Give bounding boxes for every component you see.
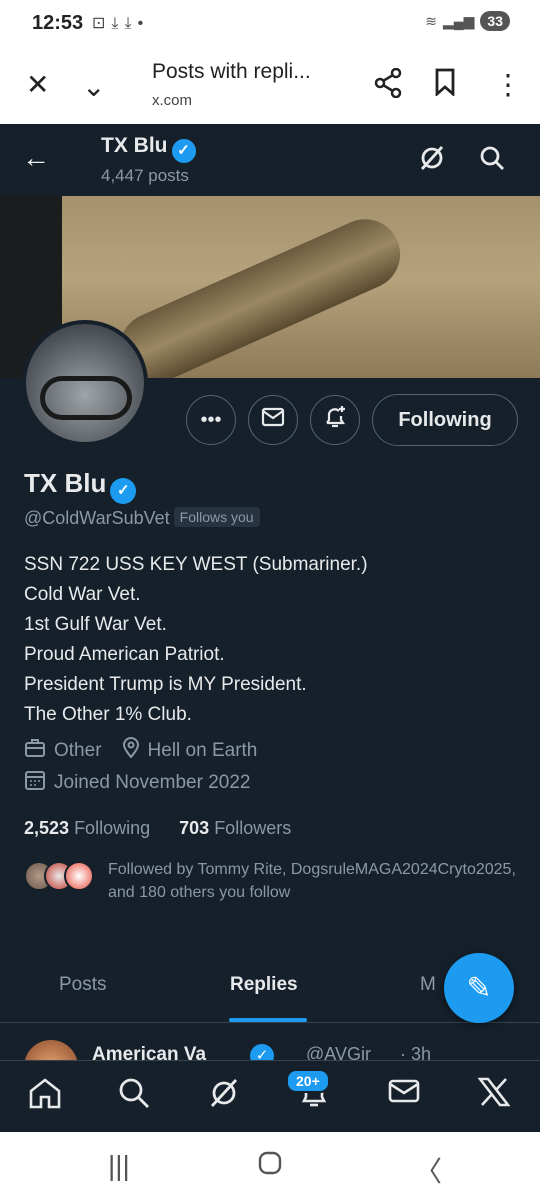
- profile-category: Other: [54, 739, 102, 761]
- back-arrow-icon[interactable]: ←: [22, 142, 50, 174]
- dot-icon: •: [137, 15, 150, 32]
- feather-plus-icon: ✎: [466, 971, 492, 1005]
- recent-apps-icon[interactable]: |||: [108, 1150, 130, 1182]
- verified-badge-icon: ✓: [171, 139, 196, 163]
- followers-label: Followers: [214, 818, 292, 838]
- bell-plus-icon: [322, 404, 348, 436]
- profile-joined-row: Joined November 2022: [24, 769, 250, 796]
- tab-replies[interactable]: Replies: [230, 974, 298, 996]
- grok-icon[interactable]: [208, 1077, 240, 1117]
- calendar-icon: [24, 769, 46, 796]
- status-time: 12:53: [32, 12, 84, 34]
- download-icon: ⤓: [124, 15, 138, 32]
- wifi-icon: ≋: [425, 12, 437, 29]
- chevron-down-icon[interactable]: ⌄: [82, 70, 105, 103]
- profile-name-text: TX Blu: [24, 468, 107, 498]
- page-title: Posts with repli...: [152, 60, 311, 83]
- bio-line: Cold War Vet.: [24, 584, 141, 605]
- avatar[interactable]: [22, 320, 148, 446]
- follows-you-badge: Follows you: [173, 507, 260, 527]
- status-right-icons: ≋ ▂▄▆ 33: [425, 11, 510, 31]
- bio-line: President Trump is MY President.: [24, 674, 307, 695]
- bio-line: 1st Gulf War Vet.: [24, 614, 167, 635]
- home-button-icon[interactable]: [258, 1150, 282, 1183]
- battery-level: 33: [487, 13, 503, 29]
- close-icon[interactable]: ✕: [26, 68, 49, 101]
- grok-icon[interactable]: [418, 144, 446, 179]
- more-vertical-icon[interactable]: ⋮: [494, 68, 522, 101]
- browser-toolbar: ✕ ⌄ Posts with repli... x.com ⋮: [0, 46, 540, 124]
- status-bar: 12:53 ⊡⤓⤓• ≋ ▂▄▆ 33: [0, 0, 540, 46]
- followers-stat[interactable]: 703 Followers: [179, 818, 291, 838]
- follow-stats: 2,523 Following 703 Followers: [24, 818, 291, 839]
- following-button[interactable]: Following: [372, 394, 518, 446]
- profile-handle-row: @ColdWarSubVet Follows you: [24, 507, 260, 529]
- envelope-icon: [261, 407, 285, 433]
- more-options-button[interactable]: •••: [186, 395, 236, 445]
- messages-icon[interactable]: [388, 1077, 420, 1113]
- bio-line: Proud American Patriot.: [24, 644, 225, 665]
- notification-badge: 20+: [286, 1069, 330, 1093]
- signal-icon: ▂▄▆: [442, 12, 475, 29]
- following-label: Following: [74, 818, 151, 838]
- status-notification-icons: ⊡⤓⤓•: [92, 13, 149, 33]
- followed-by-text[interactable]: Followed by Tommy Rite, DogsruleMAGA2024…: [108, 858, 518, 904]
- header-name-text: TX Blu: [101, 134, 168, 157]
- header-post-count: 4,447 posts: [101, 166, 189, 185]
- back-nav-icon[interactable]: 〈: [414, 1150, 442, 1190]
- tabs-divider: [0, 1022, 540, 1023]
- search-icon[interactable]: [478, 144, 506, 179]
- share-icon[interactable]: [374, 67, 402, 105]
- avatar-motorcycle-shape: [40, 376, 132, 420]
- compose-post-button[interactable]: ✎: [444, 953, 514, 1023]
- profile-meta-row: Other Hell on Earth: [24, 737, 257, 764]
- profile-bio: SSN 722 USS KEY WEST (Submariner.) Cold …: [24, 550, 368, 730]
- battery-icon: 33: [480, 11, 510, 31]
- location-icon: [122, 737, 140, 764]
- following-count: 2,523: [24, 818, 70, 838]
- subscribe-notifications-button[interactable]: [310, 395, 360, 445]
- profile-name: TX Blu ✓: [24, 468, 137, 504]
- bookmark-icon[interactable]: [434, 68, 456, 103]
- header-name: TX Blu ✓: [101, 134, 196, 163]
- tab-posts[interactable]: Posts: [59, 974, 107, 996]
- download-icon: ⤓: [111, 15, 125, 32]
- bio-line: The Other 1% Club.: [24, 704, 192, 725]
- verified-badge-icon: ✓: [110, 478, 137, 504]
- profile-joined: Joined November 2022: [54, 771, 251, 793]
- followers-count: 703: [179, 818, 210, 838]
- home-icon[interactable]: [28, 1077, 62, 1117]
- screenshot-icon: ⊡: [92, 15, 112, 32]
- x-logo-icon[interactable]: [477, 1077, 511, 1115]
- profile-handle: @ColdWarSubVet: [24, 508, 170, 528]
- more-horizontal-icon: •••: [200, 408, 222, 431]
- briefcase-icon: [24, 738, 46, 763]
- profile-location: Hell on Earth: [147, 739, 258, 761]
- page-url: x.com: [152, 92, 193, 109]
- bio-line: SSN 722 USS KEY WEST (Submariner.): [24, 554, 368, 575]
- bottom-navigation: 20+: [0, 1060, 540, 1132]
- follower-avatar: [64, 861, 94, 891]
- search-icon[interactable]: [118, 1077, 150, 1117]
- profile-header: ← TX Blu ✓ 4,447 posts: [0, 124, 540, 196]
- message-button[interactable]: [248, 395, 298, 445]
- following-stat[interactable]: 2,523 Following: [24, 818, 150, 838]
- android-navigation-bar: ||| 〈: [0, 1132, 540, 1200]
- tab-media[interactable]: M: [420, 974, 436, 996]
